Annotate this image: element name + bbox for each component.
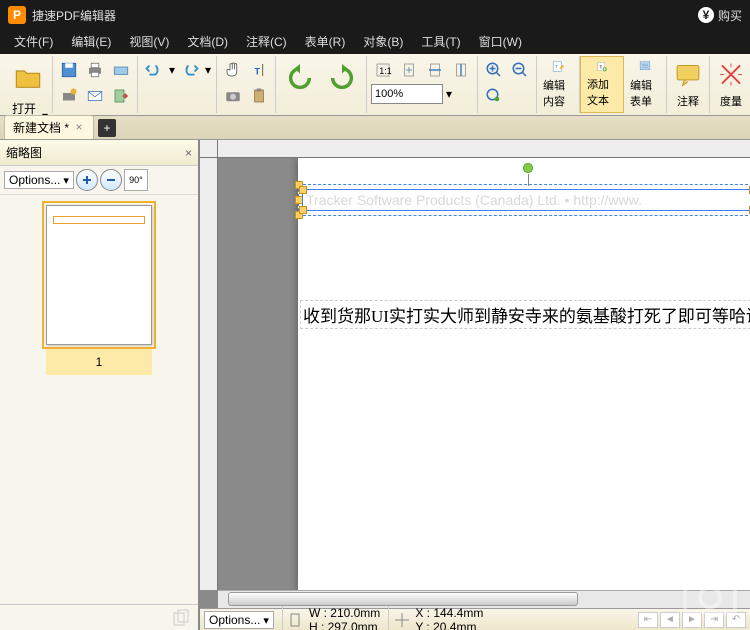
- loupe-button[interactable]: [482, 84, 506, 108]
- tab-close-icon[interactable]: ×: [73, 122, 85, 134]
- vertical-ruler[interactable]: [200, 158, 218, 590]
- print-button[interactable]: [83, 58, 107, 82]
- yen-icon: ¥: [698, 7, 714, 23]
- redo-button[interactable]: [178, 58, 202, 82]
- body-text[interactable]: 收到货那UI实打实大师到静安寺来的氨基酸打死了即可等哈说: [300, 300, 750, 329]
- pages-icon: [172, 609, 192, 627]
- export-button[interactable]: [109, 84, 133, 108]
- ruler-corner: [200, 140, 218, 158]
- svg-text:1:1: 1:1: [379, 66, 392, 76]
- next-page-button[interactable]: ►: [682, 612, 702, 628]
- fit-visible-button[interactable]: [449, 58, 473, 82]
- height-value: 297.0mm: [328, 620, 378, 630]
- thumbnail-page-number: 1: [46, 349, 152, 375]
- menu-bar: 文件(F) 编辑(E) 视图(V) 文档(D) 注释(C) 表单(R) 对象(B…: [0, 30, 750, 54]
- zoom-out-button[interactable]: [508, 58, 532, 82]
- first-page-button[interactable]: ⇤: [638, 612, 658, 628]
- snapshot-tool[interactable]: [221, 84, 245, 108]
- undo-button[interactable]: [142, 58, 166, 82]
- save-button[interactable]: [57, 58, 81, 82]
- svg-text:T: T: [555, 64, 558, 70]
- prev-page-button[interactable]: ◄: [660, 612, 680, 628]
- menu-tool[interactable]: 工具(T): [413, 30, 468, 54]
- rotate-handle[interactable]: [523, 163, 533, 173]
- open-button[interactable]: [8, 58, 48, 98]
- quick-print-button[interactable]: [57, 84, 81, 108]
- thumb-zoom-out-button[interactable]: [100, 169, 122, 191]
- add-text-label: 添加文本: [587, 76, 617, 108]
- status-options-button[interactable]: Options... ▾: [204, 611, 274, 629]
- x-label: X :: [415, 606, 430, 620]
- horizontal-ruler[interactable]: [218, 140, 750, 158]
- annotate-label: 注释: [677, 93, 699, 109]
- fit-page-button[interactable]: [397, 58, 421, 82]
- buy-label: 购买: [718, 7, 742, 24]
- svg-text:T: T: [255, 67, 261, 77]
- toolbar: 打开(O)...▾ ▾ ▾ T: [0, 54, 750, 116]
- page-size-icon: [289, 613, 303, 627]
- page-thumbnail[interactable]: 1: [46, 205, 152, 375]
- canvas-area: Tracker Software Products (Canada) Ltd. …: [200, 140, 750, 630]
- x-value: 144.4mm: [433, 606, 483, 620]
- width-label: W :: [309, 606, 327, 620]
- document-page[interactable]: Tracker Software Products (Canada) Ltd. …: [298, 158, 750, 590]
- zoom-dropdown[interactable]: ▾: [445, 87, 453, 101]
- zoom-in-button[interactable]: [482, 58, 506, 82]
- new-tab-button[interactable]: +: [98, 119, 116, 137]
- document-tab[interactable]: 新建文档 * ×: [4, 115, 94, 139]
- measure-label: 度量: [720, 93, 742, 109]
- email-button[interactable]: [83, 84, 107, 108]
- thumb-rotate-button[interactable]: 90°: [124, 169, 148, 191]
- redo-dropdown[interactable]: ▾: [204, 63, 212, 77]
- menu-window[interactable]: 窗口(W): [471, 30, 530, 54]
- menu-document[interactable]: 文档(D): [179, 30, 236, 54]
- width-value: 210.0mm: [330, 606, 380, 620]
- measure-button[interactable]: 度量: [710, 56, 750, 113]
- cursor-pos-icon: [395, 613, 409, 627]
- app-title: 捷速PDF编辑器: [32, 7, 698, 24]
- menu-form[interactable]: 表单(R): [297, 30, 354, 54]
- text-select-tool[interactable]: T: [247, 58, 271, 82]
- status-bar: Options... ▾ W : 210.0mm H : 297.0mm X :…: [200, 608, 750, 630]
- menu-object[interactable]: 对象(B): [355, 30, 411, 54]
- y-label: Y :: [415, 620, 429, 630]
- rotate-ccw-button[interactable]: [280, 58, 320, 98]
- edit-form-button[interactable]: 编辑表单: [624, 56, 667, 113]
- hand-tool[interactable]: [221, 58, 245, 82]
- edit-content-button[interactable]: T 编辑内容: [537, 56, 580, 113]
- thumbnails-panel: 缩略图 × Options... ▾ 90° 1: [0, 140, 200, 630]
- tab-label: 新建文档 *: [13, 119, 69, 136]
- clipboard-button[interactable]: [247, 84, 271, 108]
- last-page-button[interactable]: ⇥: [704, 612, 724, 628]
- panel-title: 缩略图: [6, 144, 42, 161]
- menu-edit[interactable]: 编辑(E): [63, 30, 119, 54]
- actual-size-button[interactable]: 1:1: [371, 58, 395, 82]
- title-bar: P 捷速PDF编辑器 ¥ 购买: [0, 0, 750, 30]
- undo-dropdown[interactable]: ▾: [168, 63, 176, 77]
- fit-width-button[interactable]: [423, 58, 447, 82]
- menu-view[interactable]: 视图(V): [121, 30, 177, 54]
- height-label: H :: [309, 620, 324, 630]
- menu-file[interactable]: 文件(F): [6, 30, 61, 54]
- rotate-cw-button[interactable]: [322, 58, 362, 98]
- document-tab-bar: 新建文档 * × +: [0, 116, 750, 140]
- add-text-button[interactable]: T 添加文本: [580, 56, 624, 113]
- edit-content-label: 编辑内容: [543, 77, 573, 109]
- panel-close-icon[interactable]: ×: [185, 146, 192, 160]
- nav-back-button[interactable]: ↶: [726, 612, 746, 628]
- menu-comment[interactable]: 注释(C): [238, 30, 295, 54]
- panel-footer: [0, 604, 198, 630]
- edit-form-label: 编辑表单: [630, 77, 660, 109]
- annotate-button[interactable]: 注释: [667, 56, 710, 113]
- scan-button[interactable]: [109, 58, 133, 82]
- app-logo-icon: P: [8, 6, 26, 24]
- y-value: 20.4mm: [433, 620, 476, 630]
- watermark-text: Tracker Software Products (Canada) Ltd. …: [306, 192, 642, 208]
- zoom-input[interactable]: [371, 84, 443, 104]
- thumb-zoom-in-button[interactable]: [76, 169, 98, 191]
- scrollbar-thumb[interactable]: [228, 592, 578, 606]
- thumb-options-button[interactable]: Options... ▾: [4, 171, 74, 189]
- buy-button[interactable]: ¥ 购买: [698, 7, 742, 24]
